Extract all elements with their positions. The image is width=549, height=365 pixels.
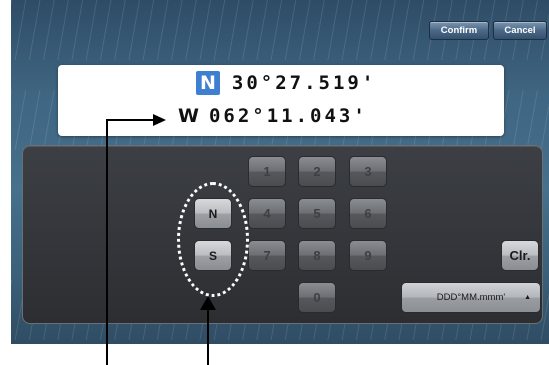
callout-line-horizontal-1 (106, 119, 156, 121)
digit-key-0[interactable]: 0 (298, 282, 336, 313)
latitude-value: 30°27.519' (231, 72, 377, 94)
callout-line-vertical-2 (207, 306, 209, 365)
callout-line-vertical-1 (106, 119, 108, 365)
digit-key-7[interactable]: 7 (248, 240, 286, 271)
digit-key-5[interactable]: 5 (298, 198, 336, 229)
arrowhead-right-icon (153, 114, 166, 126)
clear-button[interactable]: Clr. (501, 240, 539, 271)
arrowhead-up-icon (200, 296, 216, 310)
digit-key-8[interactable]: 8 (298, 240, 336, 271)
keypad-panel: 1 2 3 4 5 6 7 8 9 0 N S Clr. DDD°MM.mmm'… (22, 145, 543, 324)
longitude-hemisphere[interactable]: W (178, 105, 199, 127)
digit-key-9[interactable]: 9 (349, 240, 387, 271)
format-select-value: DDD°MM.mmm' (436, 292, 506, 303)
chevron-up-icon: ▲ (524, 294, 531, 301)
hemisphere-keys-highlight (177, 182, 249, 297)
digit-key-6[interactable]: 6 (349, 198, 387, 229)
chart-background: Confirm Cancel N 30°27.519' W 062°11.043… (11, 0, 549, 344)
coordinate-display: N 30°27.519' W 062°11.043' (58, 65, 504, 136)
digit-key-2[interactable]: 2 (298, 156, 336, 187)
format-select[interactable]: DDD°MM.mmm' ▲ (401, 282, 541, 313)
latitude-line: N 30°27.519' (196, 71, 549, 95)
digit-key-1[interactable]: 1 (248, 156, 286, 187)
digit-key-4[interactable]: 4 (248, 198, 286, 229)
digit-key-3[interactable]: 3 (349, 156, 387, 187)
latitude-hemisphere[interactable]: N (196, 71, 220, 95)
longitude-value: 062°11.043' (208, 105, 368, 127)
cancel-button[interactable]: Cancel (493, 21, 547, 40)
confirm-button[interactable]: Confirm (429, 21, 489, 40)
longitude-line: W 062°11.043' (178, 105, 549, 127)
